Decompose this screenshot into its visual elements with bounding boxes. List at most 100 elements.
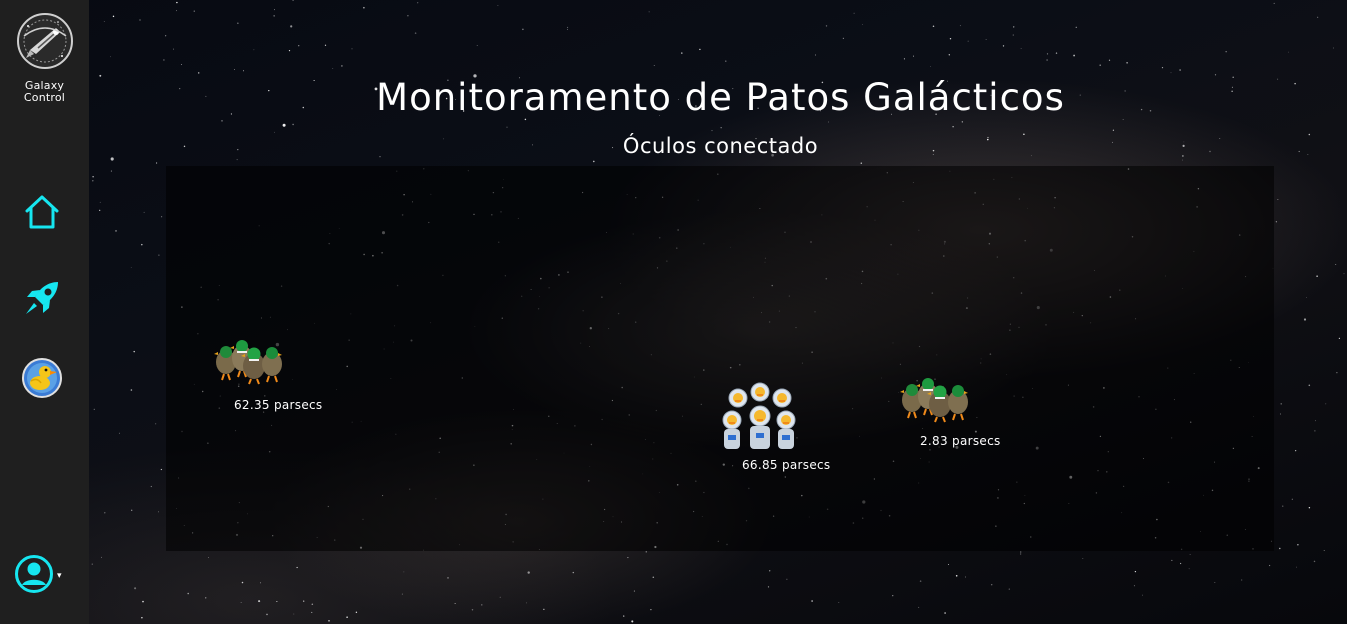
star (93, 408, 95, 411)
star (1188, 568, 1190, 570)
star (176, 1, 178, 4)
star (1142, 594, 1143, 596)
sidebar-item-rocket[interactable] (20, 276, 64, 320)
star (725, 60, 727, 62)
star (1133, 585, 1135, 587)
star (567, 26, 569, 28)
star (414, 32, 417, 34)
star (1002, 45, 1005, 47)
star (1099, 64, 1101, 66)
star (99, 209, 101, 211)
star (1225, 51, 1227, 53)
user-menu[interactable]: ▾ (14, 552, 70, 596)
star (253, 49, 255, 51)
star (860, 162, 863, 164)
star (1073, 54, 1076, 57)
star (1046, 59, 1048, 61)
star (948, 54, 950, 56)
star (648, 11, 650, 13)
star (258, 600, 261, 603)
star (572, 571, 575, 574)
star (1306, 297, 1307, 298)
star (699, 48, 701, 51)
star (633, 590, 635, 592)
star (288, 50, 291, 52)
star (205, 597, 207, 599)
star (311, 611, 313, 613)
star (526, 602, 527, 604)
star (944, 612, 946, 614)
star (1161, 66, 1164, 69)
duck-icon (22, 358, 62, 398)
radar-panel: 62.35 parsecs 66.85 parsecs 2.83 parsecs (166, 166, 1274, 551)
star (282, 123, 286, 127)
duck-group[interactable]: 62.35 parsecs (212, 322, 352, 412)
duck-group[interactable]: 66.85 parsecs (720, 380, 860, 472)
star (104, 512, 106, 514)
star (631, 620, 634, 623)
star (1134, 570, 1137, 573)
star (241, 581, 244, 584)
star (1075, 26, 1077, 28)
star (1295, 450, 1297, 452)
star (133, 350, 135, 353)
star (1171, 559, 1173, 561)
star (403, 571, 405, 573)
star (1308, 506, 1311, 509)
star (158, 511, 159, 513)
star (112, 15, 115, 18)
astronaut-ducks-icon (722, 382, 796, 449)
star (237, 22, 239, 24)
connection-status: Óculos conectado (622, 134, 819, 158)
star (1297, 544, 1299, 546)
star (955, 575, 958, 577)
star (1343, 273, 1345, 275)
star (355, 611, 358, 613)
star (1020, 553, 1022, 555)
star (447, 577, 449, 579)
star (141, 617, 143, 619)
star (1316, 275, 1318, 277)
star (1012, 34, 1014, 36)
star (141, 243, 143, 246)
duck-group[interactable]: 2.83 parsecs (898, 360, 1038, 448)
star (1268, 564, 1271, 567)
star (1317, 16, 1319, 18)
star (1336, 372, 1338, 374)
star (161, 216, 163, 218)
star (1288, 51, 1289, 53)
star (1214, 582, 1216, 583)
star (298, 45, 300, 47)
sidebar-item-duck[interactable] (20, 356, 64, 400)
star (276, 601, 278, 602)
star (1338, 337, 1341, 340)
star (292, 0, 294, 1)
star (497, 5, 499, 7)
star (711, 130, 713, 132)
star (1279, 547, 1281, 550)
star (363, 6, 365, 9)
star (187, 592, 189, 595)
sidebar-item-home[interactable] (20, 190, 64, 234)
star (930, 66, 931, 67)
duck-distance-label: 62.35 parsecs (234, 398, 323, 412)
star (92, 180, 94, 182)
star (293, 613, 295, 615)
star (949, 38, 952, 40)
star (913, 55, 914, 57)
star (110, 170, 112, 172)
star (645, 551, 647, 553)
star (311, 603, 314, 606)
brand[interactable]: Galaxy Control (0, 12, 89, 104)
star (623, 615, 625, 617)
star (242, 70, 244, 72)
star (861, 24, 863, 25)
star (180, 63, 182, 65)
star (99, 201, 101, 203)
star (838, 602, 840, 604)
star (720, 127, 722, 129)
star (296, 566, 298, 569)
star (786, 578, 788, 580)
star (1020, 47, 1022, 49)
star (1280, 403, 1282, 405)
